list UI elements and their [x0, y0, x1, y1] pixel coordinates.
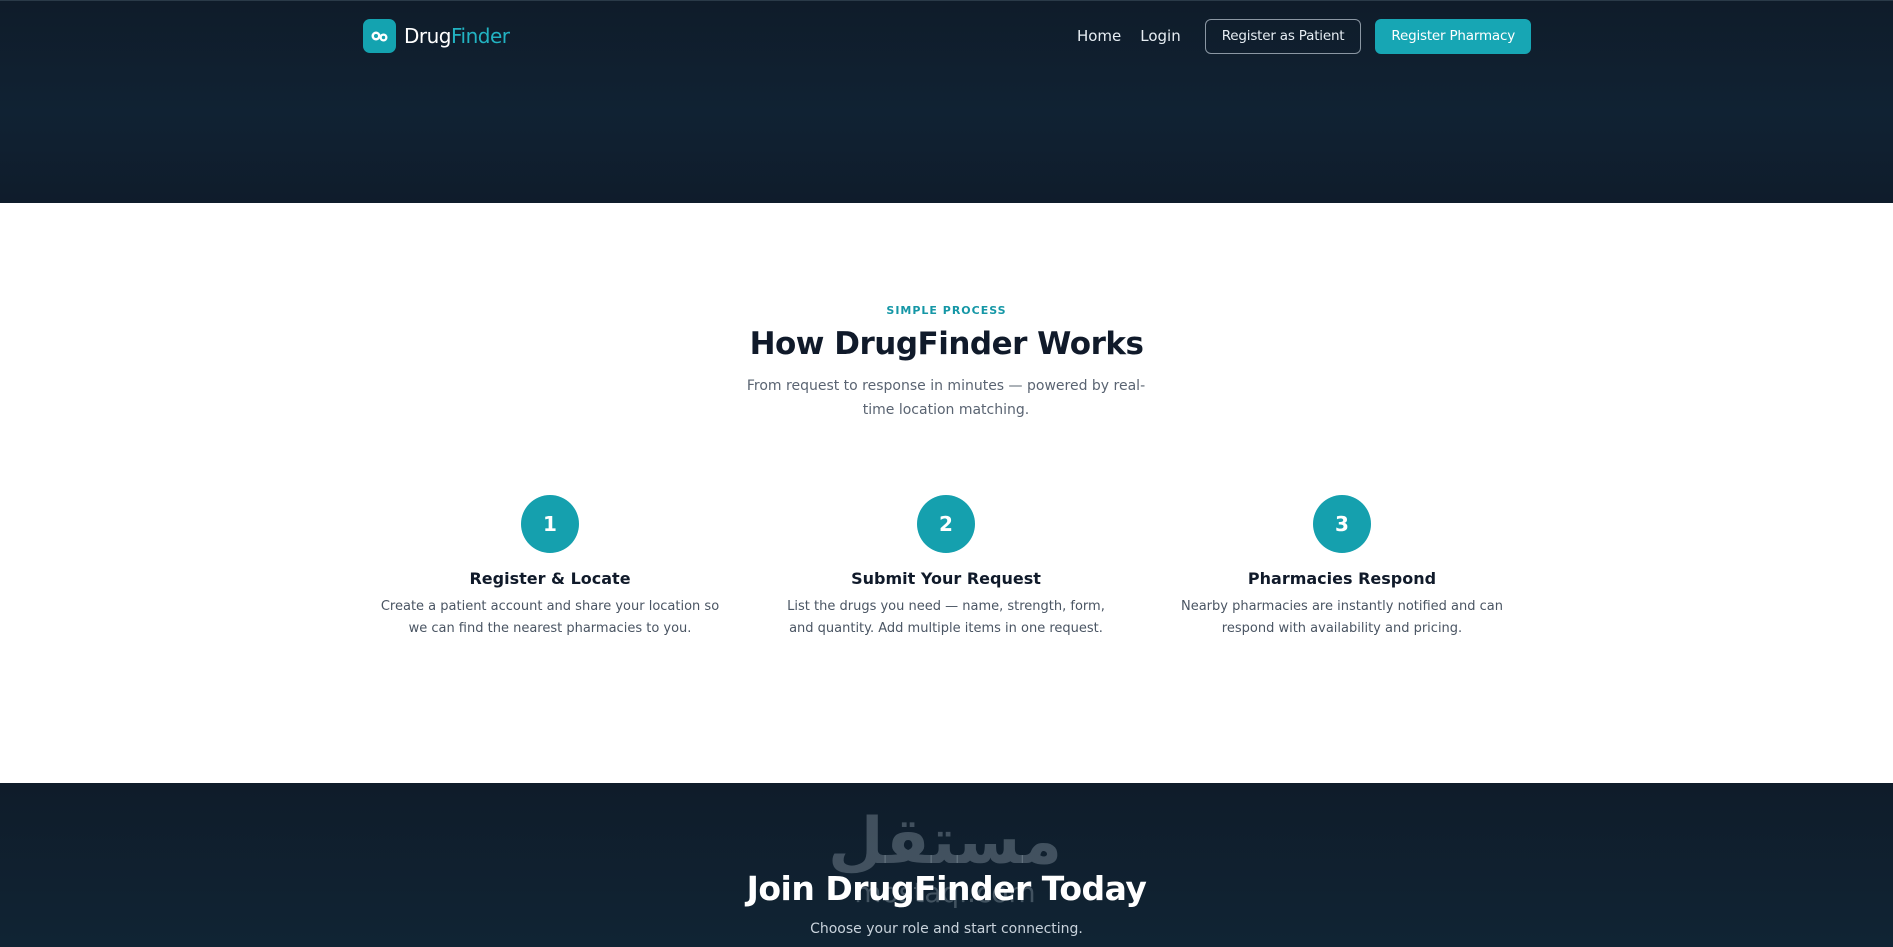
brand-logo[interactable]: DrugFinder	[363, 18, 510, 54]
step-number-badge: 2	[917, 495, 975, 553]
navbar: DrugFinder Home Login Register as Patien…	[363, 18, 1531, 54]
brand-name-part1: Drug	[404, 24, 452, 48]
section-title: How DrugFinder Works	[749, 326, 1144, 362]
nav-actions: Home Login Register as Patient Register …	[1077, 18, 1531, 54]
step-description: Nearby pharmacies are instantly notified…	[1180, 599, 1503, 636]
brand-name-part2: Finder	[451, 24, 510, 48]
steps-list: 1 Register & Locate Create a patient acc…	[0, 495, 1893, 636]
register-patient-button[interactable]: Register as Patient	[1204, 18, 1362, 54]
nav-login-link[interactable]: Login	[1140, 27, 1180, 45]
join-cta-section: مستقل mostaqi.com Join DrugFinder Today …	[0, 783, 1893, 947]
step-card: 2 Submit Your Request List the drugs you…	[756, 495, 1136, 640]
step-number-badge: 3	[1313, 495, 1371, 553]
how-it-works-section: SIMPLE PROCESS How DrugFinder Works From…	[0, 203, 1893, 783]
step-description: Create a patient account and share your …	[380, 599, 720, 636]
step-card: 1 Register & Locate Create a patient acc…	[360, 495, 740, 640]
step-title: Pharmacies Respond	[1247, 569, 1437, 588]
cta-subtitle: Choose your role and start connecting.	[810, 921, 1083, 937]
hero-band: DrugFinder Home Login Register as Patien…	[0, 0, 1893, 203]
cta-title: Join DrugFinder Today	[746, 869, 1147, 908]
register-pharmacy-button[interactable]: Register Pharmacy	[1375, 18, 1531, 54]
step-title: Submit Your Request	[851, 569, 1041, 588]
section-eyebrow: SIMPLE PROCESS	[886, 304, 1007, 317]
watermark-arabic: مستقل	[827, 805, 1063, 879]
step-title: Register & Locate	[469, 569, 631, 588]
nav-home-link[interactable]: Home	[1077, 27, 1121, 45]
step-number-badge: 1	[521, 495, 579, 553]
brand-name: DrugFinder	[404, 24, 510, 48]
pill-logo-icon	[363, 19, 396, 53]
step-description: List the drugs you need — name, strength…	[787, 599, 1105, 636]
section-subtitle: From request to response in minutes — po…	[746, 378, 1146, 418]
step-card: 3 Pharmacies Respond Nearby pharmacies a…	[1152, 495, 1532, 640]
